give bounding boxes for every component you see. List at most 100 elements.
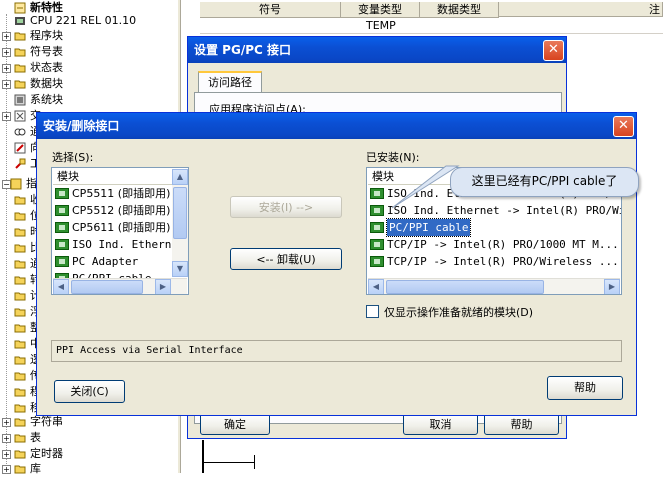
scroll-thumb[interactable]: [173, 187, 187, 239]
horizontal-scrollbar[interactable]: ◀ ▶: [368, 278, 620, 294]
communication-icon: [14, 128, 26, 136]
expand-icon[interactable]: +: [2, 80, 11, 89]
scroll-thumb[interactable]: [386, 280, 544, 294]
folder-icon: [14, 260, 26, 269]
scroll-right-button[interactable]: ▶: [604, 279, 620, 294]
scroll-left-button[interactable]: ◀: [368, 279, 384, 294]
pgpc-cancel-button[interactable]: 取消: [403, 413, 478, 435]
folder-icon: [14, 292, 26, 301]
scroll-up-button[interactable]: ▲: [172, 169, 188, 185]
expand-icon[interactable]: +: [2, 418, 11, 427]
expand-icon[interactable]: +: [2, 64, 11, 73]
module-icon: [55, 222, 69, 233]
folder-icon: [14, 340, 26, 349]
folder-icon: [14, 276, 26, 285]
folder-icon: [14, 64, 26, 73]
list-item[interactable]: CP5512 (即插即用): [53, 202, 173, 219]
folder-icon: [14, 388, 26, 397]
callout-note: 这里已经有PC/PPI cable了: [450, 167, 639, 197]
tab-access-path-label: 访问路径: [208, 76, 252, 89]
folder-icon: [14, 465, 26, 474]
column-header-comment[interactable]: 注: [499, 2, 663, 17]
tab-access-path[interactable]: 访问路径: [198, 71, 262, 93]
folder-icon: [14, 212, 26, 221]
list-item[interactable]: TCP/IP -> Intel(R) PRO/1000 MT M...: [368, 236, 620, 253]
folder-icon: [14, 80, 26, 89]
list-item[interactable]: CP5611 (即插即用): [53, 219, 173, 236]
ready-only-checkbox-label[interactable]: 仅显示操作准备就绪的模块(D): [384, 304, 533, 320]
help-button[interactable]: 帮助: [547, 376, 623, 400]
power-rail: [202, 440, 204, 473]
uninstall-button[interactable]: <-- 卸载(U): [230, 248, 342, 270]
module-icon: [370, 239, 384, 250]
list-item[interactable]: CP5511 (即插即用): [53, 185, 173, 202]
list-item[interactable]: PC/PPI cable: [53, 270, 173, 278]
install-close-button[interactable]: ✕: [613, 116, 634, 137]
install-remove-dialog: 安装/删除接口 ✕ 选择(S): 已安装(N): 模块 CP5511 (即插即用…: [36, 112, 637, 416]
module-icon: [370, 222, 384, 233]
module-description: PPI Access via Serial Interface: [51, 340, 622, 362]
list-item[interactable]: PC Adapter: [53, 253, 173, 270]
scroll-left-button[interactable]: ◀: [53, 279, 69, 294]
module-icon: [55, 205, 69, 216]
pgpc-help-button[interactable]: 帮助: [484, 413, 559, 435]
rung-line: [202, 462, 254, 463]
scroll-right-button[interactable]: ▶: [155, 279, 171, 294]
cpu-icon: [15, 17, 25, 25]
wizard-icon: [14, 142, 26, 154]
tree-item-label: CPU 221 REL 01.10: [30, 14, 137, 27]
list-item[interactable]: TCP/IP -> Intel(R) PRO/Wireless ...: [368, 253, 620, 270]
pgpc-ok-button[interactable]: 确定: [200, 413, 270, 435]
tree-item-label: 系统块: [30, 93, 63, 106]
available-modules-list[interactable]: 模块 CP5511 (即插即用) CP5512 (即插即用) CP5611 (即…: [51, 167, 189, 295]
folder-icon: [14, 196, 26, 205]
expand-icon[interactable]: +: [2, 450, 11, 459]
column-header-symbol[interactable]: 符号: [200, 2, 341, 18]
var-type-cell: TEMP: [366, 19, 396, 32]
expand-icon[interactable]: +: [2, 112, 11, 121]
scroll-thumb[interactable]: [71, 280, 143, 294]
new-features-icon: [14, 2, 26, 14]
scroll-down-button[interactable]: ▼: [172, 261, 188, 277]
list-item[interactable]: ISO Ind. Ethernet: [53, 236, 185, 253]
folder-icon: [14, 450, 26, 459]
folder-icon: [14, 434, 26, 443]
install-dialog-title: 安装/删除接口: [43, 119, 120, 133]
pgpc-close-button[interactable]: ✕: [543, 40, 564, 61]
system-block-icon: [14, 94, 26, 106]
expand-icon[interactable]: +: [2, 32, 11, 41]
folder-icon: [14, 32, 26, 41]
tree-item-label: 字符串: [30, 415, 63, 428]
tree-item-label: 程序块: [30, 29, 63, 42]
tree-item-label: 定时器: [30, 447, 63, 460]
vertical-scrollbar[interactable]: ▲ ▼: [172, 169, 188, 277]
install-button[interactable]: 安装(I) -->: [230, 196, 342, 218]
close-button[interactable]: 关闭(C): [54, 380, 125, 403]
folder-icon: [14, 228, 26, 237]
horizontal-scrollbar[interactable]: ◀ ▶: [53, 278, 187, 294]
ready-only-checkbox[interactable]: [366, 305, 379, 318]
module-icon: [370, 256, 384, 267]
tools-icon: [15, 158, 26, 169]
expand-icon[interactable]: +: [2, 48, 11, 57]
contact-symbol: [254, 455, 255, 469]
select-label: 选择(S):: [52, 151, 94, 164]
module-icon: [55, 239, 69, 250]
tree-item-label: 符号表: [30, 45, 63, 58]
list-item-selected[interactable]: PC/PPI cable: [368, 218, 620, 237]
callout-text: 这里已经有PC/PPI cable了: [471, 174, 618, 188]
list-column-header[interactable]: 模块: [53, 169, 175, 185]
expand-icon[interactable]: +: [2, 434, 11, 443]
cross-reference-icon: [14, 110, 26, 122]
column-header-var-type[interactable]: 变量类型: [341, 2, 420, 18]
folder-icon: [14, 404, 26, 413]
tree-item-label: 数据块: [30, 77, 63, 90]
folder-icon: [14, 244, 26, 253]
folder-icon: [14, 324, 26, 333]
column-header-data-type[interactable]: 数据类型: [420, 2, 499, 18]
table-row[interactable]: TEMP: [200, 18, 663, 34]
tree-item-label: 库: [30, 462, 41, 475]
folder-icon: [14, 372, 26, 381]
install-dialog-titlebar: 安装/删除接口: [37, 113, 636, 139]
module-icon: [55, 188, 69, 199]
